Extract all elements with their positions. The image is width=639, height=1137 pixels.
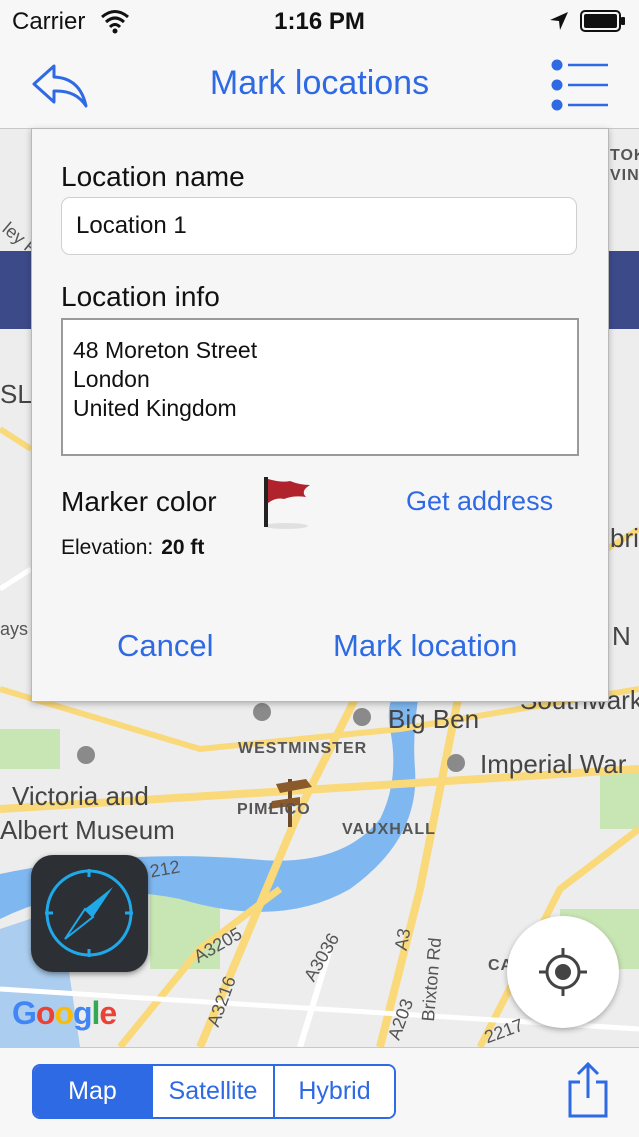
- info-line: London: [73, 366, 150, 392]
- bottom-toolbar: Map Satellite Hybrid: [0, 1047, 639, 1137]
- list-icon[interactable]: [548, 58, 610, 112]
- map-label: Albert Museum: [0, 815, 175, 845]
- google-logo: Google: [12, 995, 117, 1031]
- map-label: Big Ben: [388, 704, 480, 734]
- map-label: A3: [390, 926, 415, 952]
- location-name-label: Location name: [61, 161, 245, 192]
- map-label: Victoria and: [12, 781, 149, 811]
- info-line: 48 Moreton Street: [73, 337, 258, 363]
- map-label: ays: [0, 619, 29, 639]
- map-label: TOK: [610, 147, 639, 164]
- compass-button[interactable]: [31, 855, 148, 972]
- segment-hybrid[interactable]: Hybrid: [275, 1066, 394, 1117]
- location-arrow-icon: [550, 12, 568, 30]
- get-address-button[interactable]: Get address: [406, 486, 553, 517]
- clock: 1:16 PM: [274, 8, 365, 35]
- map-label: VING: [610, 167, 639, 184]
- elevation-label: Elevation:: [61, 536, 154, 559]
- map-type-segmented-control[interactable]: Map Satellite Hybrid: [32, 1064, 396, 1119]
- info-line: United Kingdom: [73, 395, 237, 421]
- map-label: bric: [610, 523, 639, 553]
- location-name-input[interactable]: Location 1: [61, 197, 577, 255]
- map-label: VAUXHALL: [342, 821, 436, 838]
- share-icon[interactable]: [566, 1060, 610, 1120]
- crosshair-icon: [539, 948, 587, 996]
- status-bar: Carrier 1:16 PM: [0, 0, 639, 42]
- map-label: PIMLICO: [237, 801, 311, 818]
- location-info-label: Location info: [61, 281, 220, 312]
- map-label: WESTMINSTER: [238, 740, 368, 757]
- elevation-value: 20 ft: [161, 536, 205, 559]
- page-title: Mark locations: [209, 64, 430, 102]
- flag-icon[interactable]: [260, 471, 312, 531]
- map-label: Imperial War: [480, 749, 627, 779]
- elevation: Elevation: 20 ft: [61, 536, 204, 560]
- cancel-button[interactable]: Cancel: [117, 628, 214, 664]
- mark-location-dialog: Location name Location 1 Location info 4…: [31, 128, 609, 702]
- marker-color-label: Marker color: [61, 486, 217, 517]
- segment-satellite[interactable]: Satellite: [153, 1066, 275, 1117]
- battery-icon: [580, 10, 625, 32]
- segment-map[interactable]: Map: [34, 1066, 153, 1117]
- compass-icon: [45, 869, 133, 957]
- current-location-button[interactable]: [507, 916, 619, 1028]
- map-label: N: [612, 621, 631, 651]
- navigation-bar: Mark locations: [0, 42, 639, 129]
- mark-location-button[interactable]: Mark location: [333, 628, 517, 664]
- location-info-textarea[interactable]: 48 Moreton Street London United Kingdom: [61, 318, 579, 456]
